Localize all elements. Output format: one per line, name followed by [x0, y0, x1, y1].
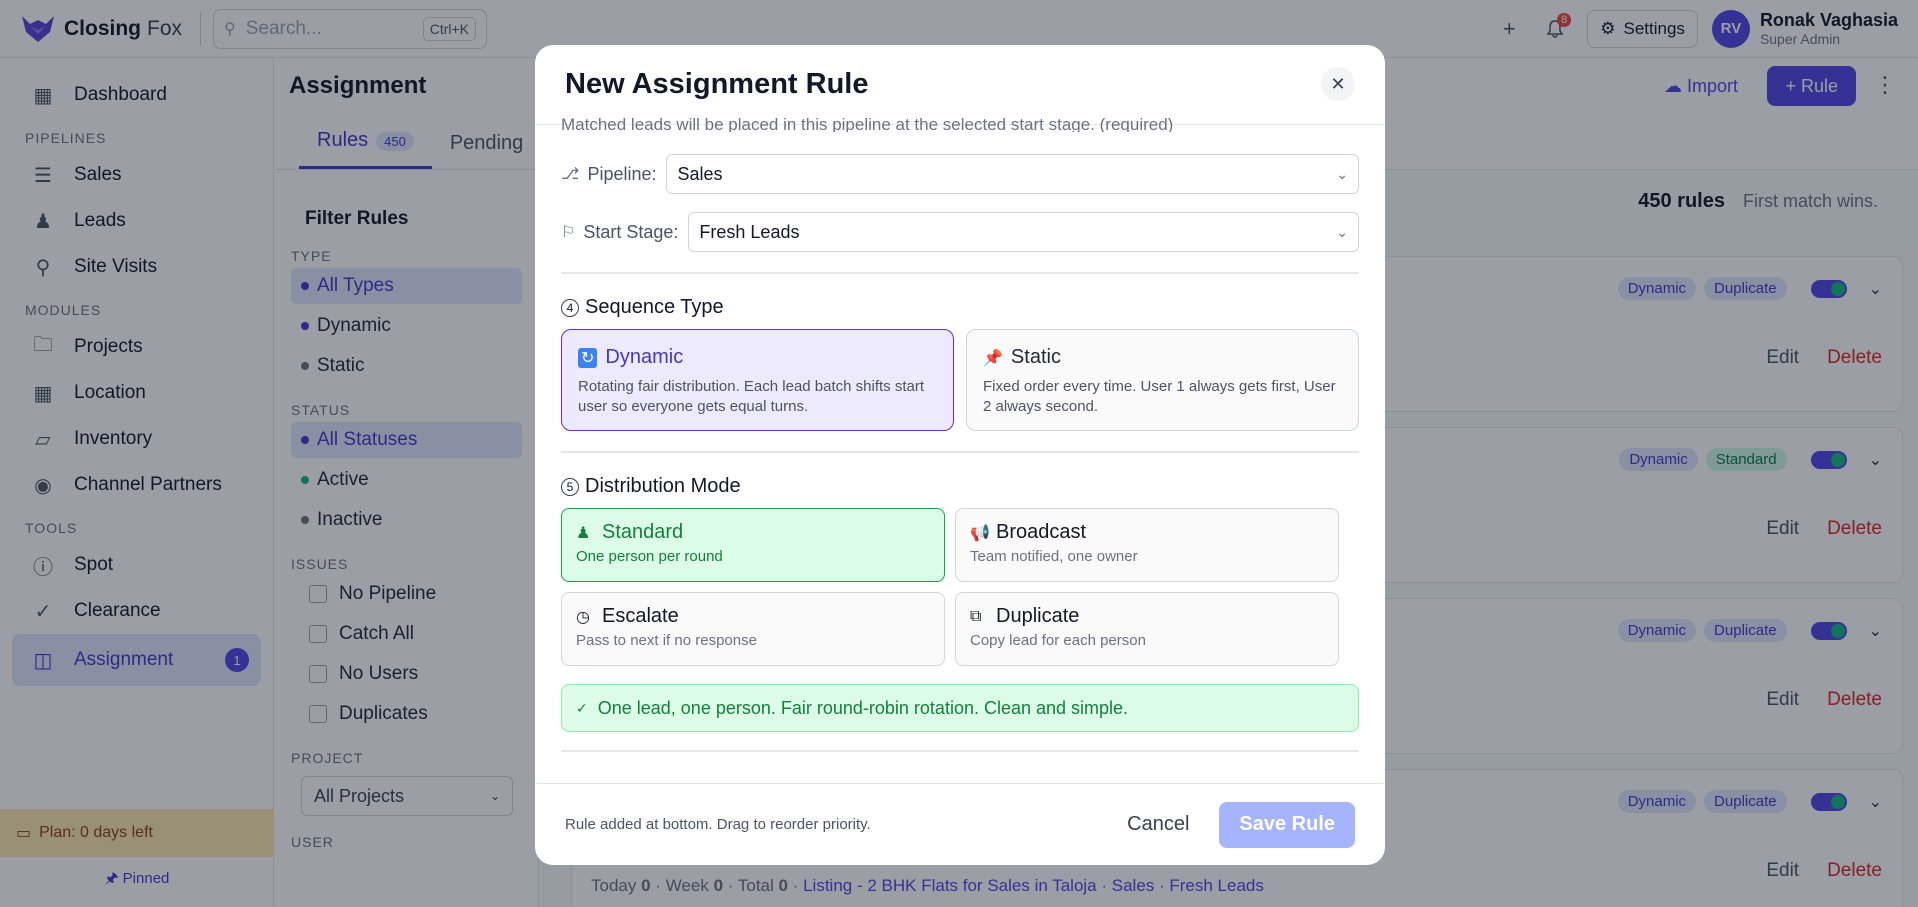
sequence-type-title: Sequence Type [585, 296, 724, 318]
start-stage-select[interactable]: Fresh Leads ⌄ [688, 212, 1359, 252]
pipeline-help-text: Matched leads will be placed in this pip… [561, 118, 1174, 132]
start-stage-row: ⚐ Start Stage: Fresh Leads ⌄ [561, 212, 1359, 252]
step-number-icon: 5 [561, 477, 579, 496]
app-root: Closing Fox ⚲ Search... Ctrl+K + 8 ⚙ Set… [0, 0, 1918, 907]
divider [561, 272, 1359, 274]
mode-option-label: Escalate [602, 605, 679, 627]
mode-option-escalate[interactable]: ◷ Escalate Pass to next if no response [561, 592, 945, 666]
start-stage-label: Start Stage: [583, 221, 679, 242]
check-circle-icon: ✓ [576, 699, 588, 716]
mode-option-description: Pass to next if no response [576, 632, 757, 649]
clock-icon: ◷ [576, 608, 590, 626]
mode-option-title: ♟ Standard [576, 521, 930, 544]
modal-header: New Assignment Rule [535, 45, 1385, 125]
sequence-type-options: ↻ Dynamic Rotating fair distribution. Eac… [561, 329, 1359, 431]
mode-option-duplicate[interactable]: ⧉ Duplicate Copy lead for each person [955, 592, 1339, 666]
sequence-option-title: ↻ Dynamic [578, 346, 937, 369]
mode-option-label: Standard [602, 521, 684, 543]
mode-option-title: ◷ Escalate [576, 605, 930, 628]
distribution-mode-options: ♟ Standard One person per round 📢 Broadcas… [561, 508, 1359, 666]
pipeline-row: ⎇ Pipeline: Sales ⌄ [561, 154, 1359, 194]
modal-footer: Rule added at bottom. Drag to reorder pr… [535, 783, 1385, 865]
cancel-button[interactable]: Cancel [1127, 813, 1189, 836]
sequence-option-description: Rotating fair distribution. Each lead ba… [578, 378, 925, 416]
start-stage-select-value: Fresh Leads [699, 221, 800, 242]
mode-option-broadcast[interactable]: 📢 Broadcast Team notified, one owner [955, 508, 1339, 582]
mode-option-description: One person per round [576, 548, 723, 565]
mode-option-title: ⧉ Duplicate [970, 605, 1324, 628]
sequence-option-description: Fixed order every time. User 1 always ge… [983, 378, 1336, 416]
mode-option-description: Team notified, one owner [970, 548, 1138, 565]
pipeline-label: Pipeline: [587, 163, 657, 184]
pin-icon: 📌 [983, 349, 1003, 367]
sequence-option-label: Dynamic [605, 346, 684, 368]
megaphone-icon: 📢 [970, 524, 990, 542]
mode-info-text: One lead, one person. Fair round-robin r… [597, 697, 1129, 718]
distribution-mode-title: Distribution Mode [585, 475, 741, 497]
mode-option-standard[interactable]: ♟ Standard One person per round [561, 508, 945, 582]
sequence-option-label: Static [1010, 346, 1061, 368]
mode-option-title: 📢 Broadcast [970, 521, 1324, 544]
rotate-icon: ↻ [578, 347, 598, 368]
branch-icon: ⎇ [561, 166, 580, 183]
flag-icon: ⚐ [561, 224, 576, 241]
mode-option-label: Broadcast [996, 521, 1087, 543]
close-icon: ✕ [1330, 73, 1346, 94]
mode-info-banner: ✓ One lead, one person. Fair round-robin… [561, 684, 1359, 732]
pipeline-select[interactable]: Sales ⌄ [666, 154, 1359, 194]
copy-icon: ⧉ [970, 607, 982, 625]
divider [561, 451, 1359, 453]
modal-title: New Assignment Rule [565, 68, 869, 100]
distribution-mode-heading: 5 Distribution Mode [561, 475, 1359, 498]
new-assignment-rule-modal: New Assignment Rule ✕ Matched leads will… [535, 45, 1385, 865]
sequence-option-static[interactable]: 📌 Static Fixed order every time. User 1 a… [966, 329, 1359, 431]
save-rule-button[interactable]: Save Rule [1219, 801, 1355, 848]
chevron-down-icon: ⌄ [1336, 165, 1348, 182]
chevron-down-icon: ⌄ [1336, 223, 1348, 240]
close-button[interactable]: ✕ [1321, 67, 1355, 101]
pipeline-select-value: Sales [677, 163, 723, 184]
modal-body: Matched leads will be placed in this pip… [561, 118, 1359, 752]
step-number-icon: 4 [561, 298, 579, 317]
footer-note: Rule added at bottom. Drag to reorder pr… [565, 816, 871, 833]
sequence-option-title: 📌 Static [983, 346, 1342, 369]
mode-option-description: Copy lead for each person [970, 632, 1146, 649]
divider [561, 750, 1359, 752]
sequence-type-heading: 4 Sequence Type [561, 296, 1359, 319]
user-icon: ♟ [576, 524, 591, 542]
sequence-option-dynamic[interactable]: ↻ Dynamic Rotating fair distribution. Eac… [561, 329, 954, 431]
mode-option-label: Duplicate [996, 605, 1080, 627]
